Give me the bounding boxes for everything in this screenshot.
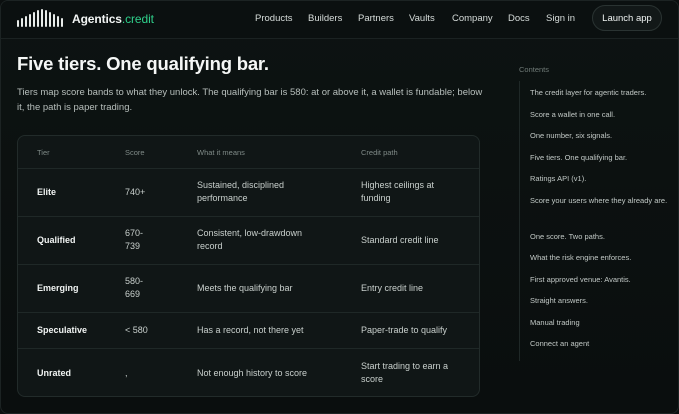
column-header-score: Score — [125, 148, 145, 157]
tier-name: Unrated — [37, 368, 72, 378]
tier-credit-path: Entry credit line — [361, 283, 424, 293]
toc-item[interactable]: Five tiers. One qualifying bar. — [530, 151, 670, 165]
nav-link-company[interactable]: Company — [452, 13, 493, 24]
table-row: Elite 740+ Sustained, disciplined perfor… — [18, 169, 479, 217]
tier-score: < 580 — [125, 325, 148, 335]
toc-item[interactable]: The credit layer for agentic traders. — [530, 86, 670, 100]
toc-item[interactable]: Straight answers. — [530, 294, 670, 308]
tier-name: Qualified — [37, 235, 76, 245]
nav-link-vaults[interactable]: Vaults — [409, 13, 435, 24]
toc-item[interactable]: Connect an agent — [530, 337, 670, 351]
table-row: Emerging 580-669 Meets the qualifying ba… — [18, 265, 479, 313]
table-row: Unrated , Not enough history to score St… — [18, 349, 479, 396]
toc-item[interactable]: What the risk engine enforces. — [530, 251, 670, 265]
launch-app-button[interactable]: Launch app — [592, 5, 662, 31]
section-intro: Tiers map score bands to what they unloc… — [17, 87, 483, 113]
tier-score: , — [125, 368, 128, 378]
toc-item[interactable]: First approved venue: Avantis. — [530, 273, 670, 287]
section-title: Five tiers. One qualifying bar. — [17, 53, 269, 74]
nav-link-docs[interactable]: Docs — [508, 13, 530, 24]
tier-credit-path: Standard credit line — [361, 235, 439, 245]
tier-name: Emerging — [37, 283, 79, 293]
toc-list: The credit layer for agentic traders. Sc… — [519, 81, 669, 361]
top-nav: Agentics.credit Products Builders Partne… — [1, 1, 678, 39]
table-header: Tier Score What it means Credit path — [18, 136, 479, 169]
table-row: Speculative < 580 Has a record, not ther… — [18, 313, 479, 349]
tier-score: 670-739 — [125, 228, 144, 251]
nav-link-builders[interactable]: Builders — [308, 13, 342, 24]
tier-meaning: Sustained, disciplined performance — [197, 180, 285, 203]
tier-credit-path: Start trading to earn a score — [361, 361, 449, 384]
table-row: Qualified 670-739 Consistent, low-drawdo… — [18, 217, 479, 265]
tier-score: 740+ — [125, 187, 146, 197]
toc-item[interactable]: Score your users where they already are. — [530, 194, 670, 208]
nav-link-products[interactable]: Products — [255, 13, 293, 24]
toc-item[interactable]: One score. Two paths. — [530, 230, 670, 244]
tier-meaning: Meets the qualifying bar — [197, 283, 293, 293]
tier-score: 580-669 — [125, 276, 144, 299]
tier-meaning: Has a record, not there yet — [197, 325, 304, 335]
column-header-credit-path: Credit path — [361, 148, 398, 157]
toc-item[interactable]: Ratings API (v1). — [530, 172, 670, 186]
nav-link-sign-in[interactable]: Sign in — [546, 13, 575, 24]
toc-item[interactable]: One number, six signals. — [530, 129, 670, 143]
page: Agentics.credit Products Builders Partne… — [0, 0, 679, 414]
tier-meaning: Consistent, low-drawdown record — [197, 228, 303, 251]
column-header-tier: Tier — [37, 148, 50, 157]
nav-link-partners[interactable]: Partners — [358, 13, 394, 24]
tiers-table: Tier Score What it means Credit path Eli… — [17, 135, 480, 397]
column-header-meaning: What it means — [197, 148, 245, 157]
toc-item[interactable]: Score a wallet in one call. — [530, 108, 670, 122]
tier-credit-path: Highest ceilings at funding — [361, 180, 435, 203]
tier-meaning: Not enough history to score — [197, 368, 308, 378]
tier-credit-path: Paper-trade to qualify — [361, 325, 448, 335]
toc-item[interactable]: Manual trading — [530, 316, 670, 330]
tier-name: Speculative — [37, 325, 88, 335]
toc-title: Contents — [519, 65, 550, 74]
nav-links: Products Builders Partners Vaults Compan… — [1, 13, 678, 27]
tier-name: Elite — [37, 187, 57, 197]
